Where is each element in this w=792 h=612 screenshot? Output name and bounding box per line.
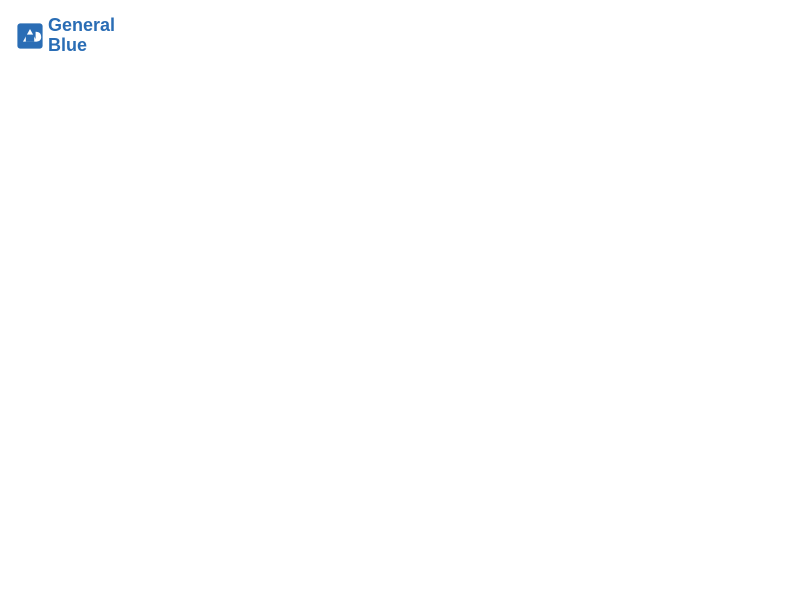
logo-icon [16,22,44,50]
logo-text-general: General [48,16,115,36]
logo-text-blue: Blue [48,36,115,56]
header: General Blue [16,16,776,56]
logo: General Blue [16,16,115,56]
